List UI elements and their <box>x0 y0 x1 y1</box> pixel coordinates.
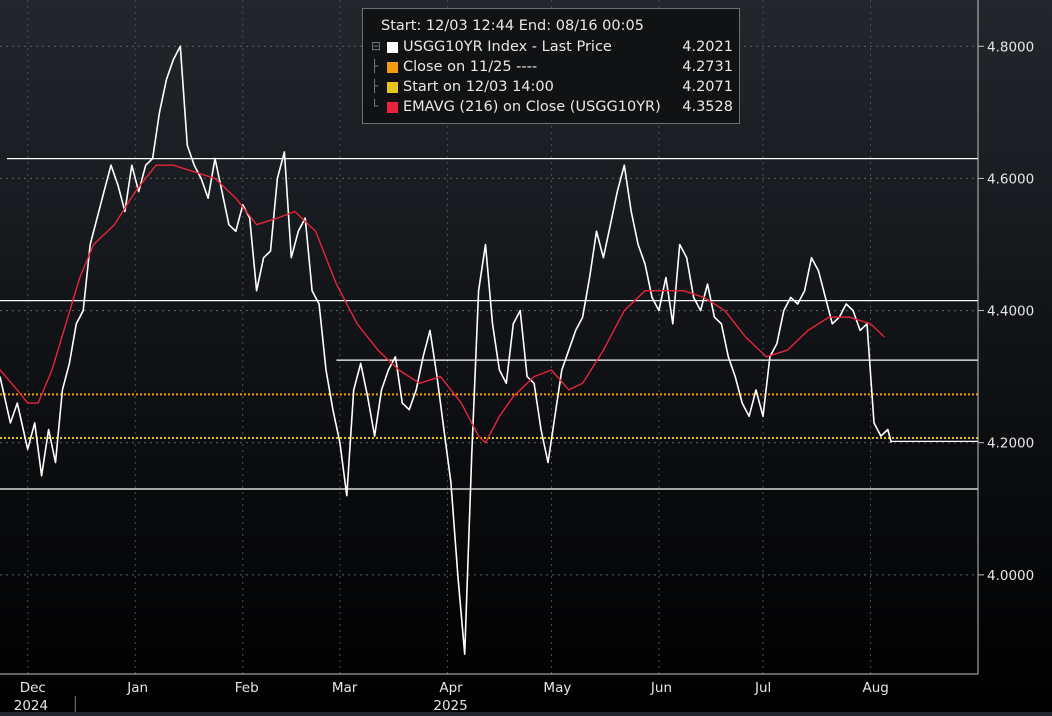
y-tick-label: 4.8000 <box>987 39 1034 55</box>
x-tick-label: Dec <box>20 680 46 696</box>
x-tick-label: Jul <box>754 680 771 696</box>
y-tick-label: 4.0000 <box>987 568 1034 584</box>
legend-header: Start: 12/03 12:44 End: 08/16 00:05 <box>381 18 644 34</box>
legend-label: Start on 12/03 14:00 <box>403 79 554 95</box>
legend-label: EMAVG (216) on Close (USGG10YR) <box>403 99 661 115</box>
price-line <box>0 45 893 656</box>
legend-value: 4.2731 <box>682 59 733 75</box>
legend-label: Close on 11/25 ---- <box>403 59 538 75</box>
reference-lines <box>0 157 978 490</box>
swatch-yellow <box>387 82 398 93</box>
legend-box: Start: 12/03 12:44 End: 08/16 00:05 ⊟ US… <box>362 8 740 124</box>
x-tick-label: Feb <box>235 680 259 696</box>
swatch-orange <box>387 62 398 73</box>
legend-value: 4.2021 <box>682 39 733 55</box>
swatch-red <box>387 102 398 113</box>
x-tick-label: Jun <box>650 680 672 696</box>
legend-item-last-price[interactable]: ⊟ USGG10YR Index - Last Price 4.2021 <box>371 39 733 57</box>
x-tick-label: Jan <box>126 680 148 696</box>
y-tick-label: 4.6000 <box>987 171 1034 187</box>
x-tick-label: May <box>543 680 571 696</box>
tree-expander-icon[interactable]: ⊟ <box>371 39 381 53</box>
tree-branch-icon: ├ <box>371 59 379 73</box>
year-label: 2024 <box>14 698 48 712</box>
series-lines <box>0 45 893 656</box>
x-tick-label: Apr <box>439 680 463 696</box>
year-label: 2025 <box>433 698 467 712</box>
legend-value: 4.2071 <box>682 79 733 95</box>
legend-label: USGG10YR Index - Last Price <box>403 39 612 55</box>
chart-root: 4.8000 4.6000 4.4000 4.2000 4.0000 Dec Jan Feb M… <box>0 0 1052 714</box>
x-tick-label: Mar <box>332 680 358 696</box>
ema-line <box>0 164 885 444</box>
legend-item-emavg[interactable]: └ EMAVG (216) on Close (USGG10YR) 4.3528 <box>371 99 733 117</box>
legend-item-close[interactable]: ├ Close on 11/25 ---- 4.2731 <box>371 59 733 77</box>
y-tick-label: 4.2000 <box>987 436 1034 452</box>
tree-end-icon: └ <box>371 99 379 113</box>
legend-item-start[interactable]: ├ Start on 12/03 14:00 4.2071 <box>371 79 733 97</box>
swatch-white <box>387 42 398 53</box>
legend-value: 4.3528 <box>682 99 733 115</box>
tree-branch-icon: ├ <box>371 79 379 93</box>
y-tick-label: 4.4000 <box>987 304 1034 320</box>
x-tick-label: Aug <box>862 680 888 696</box>
